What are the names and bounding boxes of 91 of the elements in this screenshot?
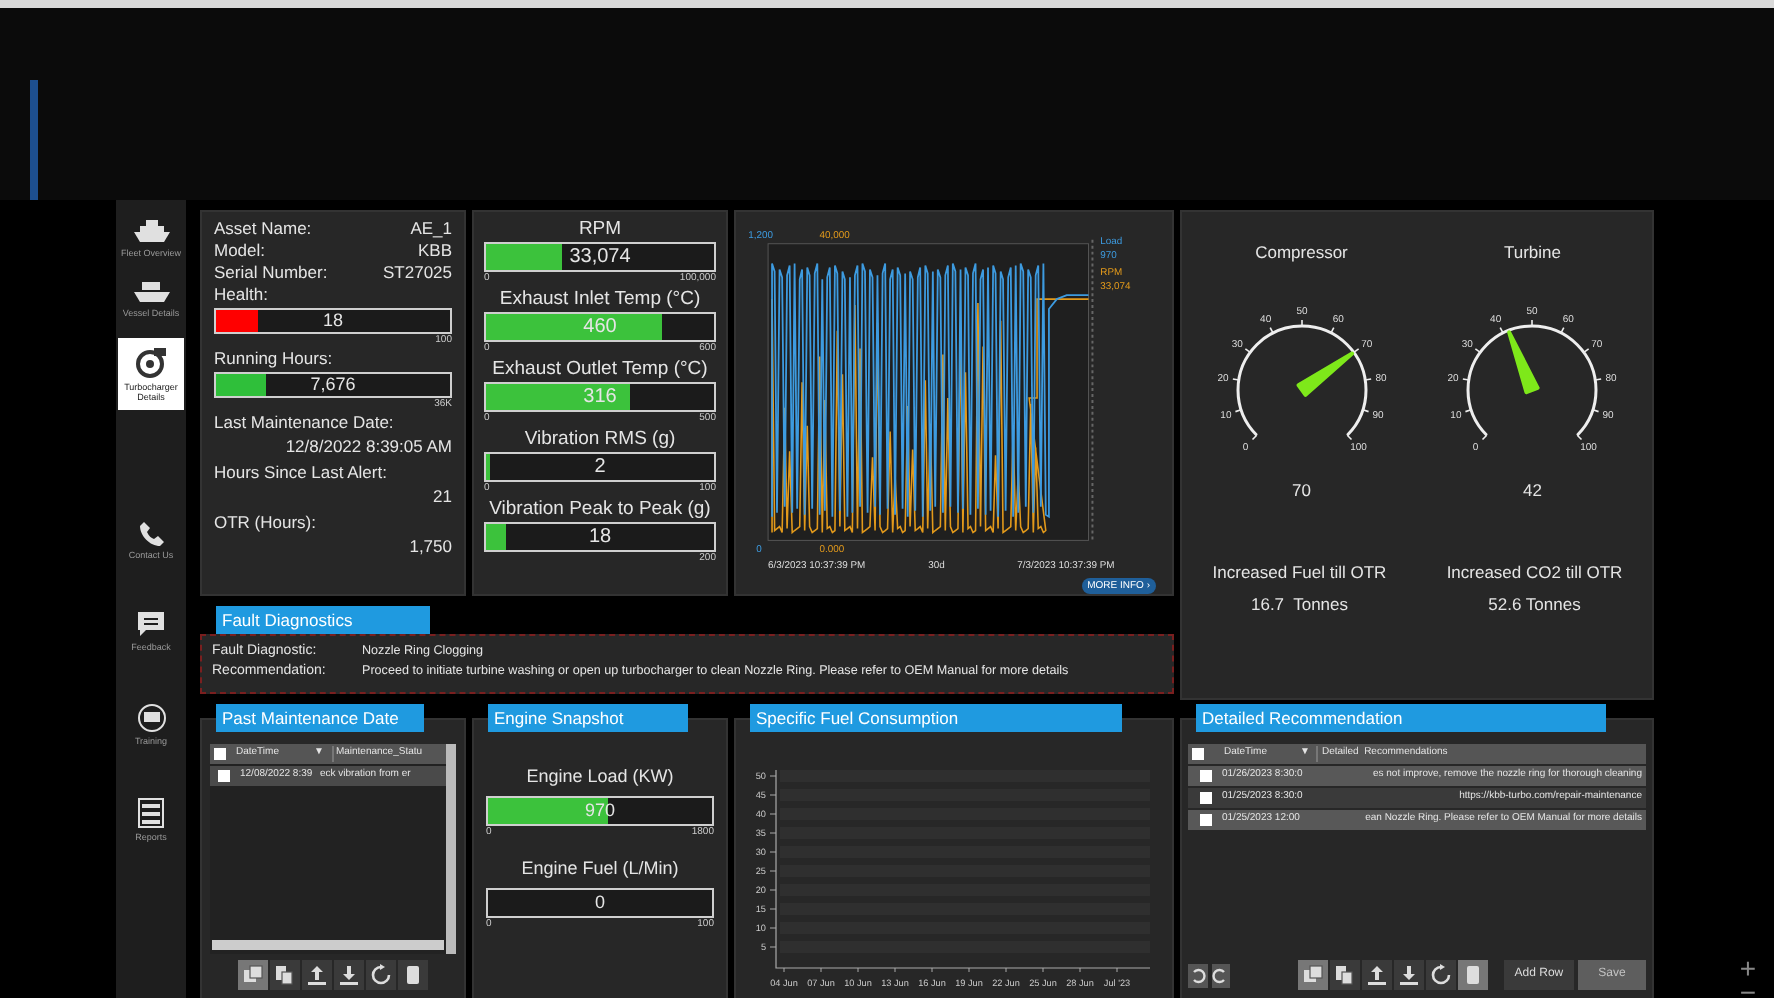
trash-icon [402,964,424,986]
field-value: 1,750 [409,536,452,558]
refresh-icon [370,964,392,986]
undo-icon [1189,967,1206,983]
gauge-title: Turbine [1503,240,1561,266]
list-icon [138,798,164,828]
meter-value: 33,074 [567,244,633,270]
checkbox[interactable] [1192,748,1204,760]
upload-button[interactable] [302,960,332,990]
stat-value: 16.7 Tonnes [1250,591,1349,617]
copy-button[interactable] [1298,960,1329,990]
gauge-dial [1462,318,1603,440]
field-label: Model: [214,240,266,262]
redo-button[interactable] [1211,963,1231,987]
paste-button[interactable] [270,960,300,990]
trash-icon [1462,964,1485,986]
zoom-in-button[interactable]: + [1739,954,1756,982]
section-header: Past Maintenance Date [216,704,424,732]
metric-label: Exhaust Outlet Temp (°C) [490,358,710,382]
field-value: ST27025 [383,262,452,284]
field-value: AE_1 [410,218,452,240]
upload-button[interactable] [1362,960,1393,990]
field-value: 12/8/2022 8:39:05 AM [285,436,452,458]
metric-label: RPM [576,218,624,242]
meter-value: 316 [581,384,619,410]
download-icon [338,964,360,986]
metric-label: Vibration Peak to Peak (g) [487,498,713,522]
trash-button[interactable] [1458,960,1489,990]
gauge-dial [1231,318,1372,440]
refresh-button[interactable] [1426,960,1457,990]
section-header: Fault Diagnostics [216,606,430,634]
ship-icon [133,282,169,304]
accent-bar [30,80,38,200]
checkbox[interactable] [218,770,230,782]
download-icon [1398,964,1421,986]
redo-icon [1212,967,1229,983]
paste-icon [1334,964,1357,986]
field-value: 21 [433,486,452,508]
section-header: Specific Fuel Consumption [750,704,1122,732]
field-label: Last Maintenance Date: [214,412,396,434]
gauge-title: Compressor [1255,240,1348,266]
chat-icon [138,612,164,638]
refresh-button[interactable] [366,960,396,990]
copy-icon [1302,964,1325,986]
field-label: Asset Name: [214,218,312,240]
refresh-icon [1430,964,1453,986]
gauge-value: 70 [1292,477,1311,503]
screen-icon [135,704,167,732]
field-value: KBB [417,240,452,262]
paste-button[interactable] [1330,960,1361,990]
undo-button[interactable] [1188,963,1208,987]
zoom-out-button[interactable]: − [1739,982,1756,998]
field-label: OTR (Hours): [214,512,318,534]
checkbox[interactable] [1200,792,1212,804]
metric-label: Engine Fuel (L/Min) [519,856,681,880]
stat-value: 52.6 Tonnes [1488,591,1581,617]
meter-value: 18 [320,310,345,332]
gauge-needle [1507,329,1541,394]
turbine-icon [135,346,167,378]
trash-button[interactable] [398,960,428,990]
download-button[interactable] [334,960,364,990]
phone-icon [139,522,163,546]
ship-icon [133,220,169,244]
vertical-scrollbar[interactable] [446,744,456,954]
meter-value: 18 [586,524,614,550]
meter-value: 0 [592,890,607,916]
meter-value: 7,676 [308,374,358,396]
meter-value: 460 [581,314,619,340]
field-label: Hours Since Last Alert: [214,462,389,484]
checkbox[interactable] [214,748,226,760]
stat-label: Increased Fuel till OTR [1212,559,1387,585]
section-header: Engine Snapshot [488,704,688,732]
upload-icon [1366,964,1389,986]
checkbox[interactable] [1200,770,1212,782]
metric-label: Exhaust Inlet Temp (°C) [497,288,703,312]
gauge-needle [1295,351,1354,397]
upload-icon [306,964,328,986]
field-label: Health: [214,284,270,306]
copy-icon [242,964,264,986]
meter-value: 2 [592,454,608,480]
horizontal-scrollbar[interactable] [212,940,444,950]
field-label: Running Hours: [214,348,335,370]
field-label: Serial Number: [214,262,328,284]
stat-label: Increased CO2 till OTR [1446,559,1623,585]
metric-label: Vibration RMS (g) [522,428,678,452]
section-header: Detailed Recommendation [1196,704,1606,732]
download-button[interactable] [1394,960,1425,990]
gauge-value: 42 [1523,477,1542,503]
checkbox[interactable] [1200,814,1212,826]
metric-label: Engine Load (KW) [524,764,676,788]
paste-icon [274,964,296,986]
